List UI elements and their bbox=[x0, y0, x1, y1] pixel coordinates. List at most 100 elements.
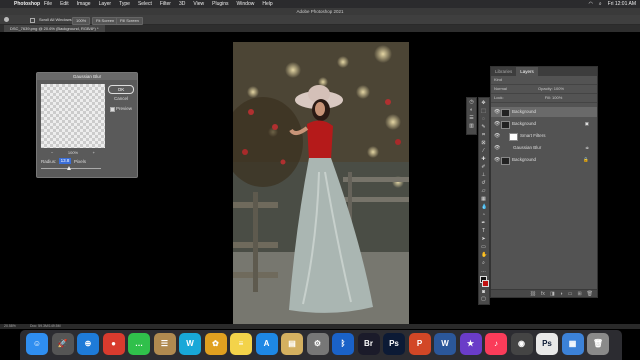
word-icon[interactable]: W bbox=[434, 333, 456, 355]
radius-slider-thumb[interactable] bbox=[66, 166, 71, 170]
visibility-eye-icon[interactable]: 👁 bbox=[494, 155, 500, 165]
tab-libraries[interactable]: Libraries bbox=[491, 67, 516, 76]
eyedropper-icon[interactable]: ⁄ bbox=[481, 149, 486, 154]
zoom-readout[interactable]: 20.58% bbox=[4, 324, 16, 329]
messages-icon[interactable]: … bbox=[128, 333, 150, 355]
fill-control[interactable]: Fill: 100% bbox=[545, 95, 563, 100]
layer-row[interactable]: 👁 Smart Filters bbox=[491, 131, 597, 141]
menu-3d[interactable]: 3D bbox=[179, 0, 185, 8]
lock-icon[interactable]: 🔒 bbox=[583, 155, 589, 165]
layer-row[interactable]: 👁 Background bbox=[491, 107, 597, 117]
hand-tool-icon[interactable] bbox=[4, 17, 9, 22]
channels-icon[interactable]: ▥ bbox=[469, 124, 474, 129]
zoom-100-button[interactable]: 100% bbox=[72, 16, 91, 25]
brush-tool-icon[interactable]: ✐ bbox=[481, 165, 486, 170]
dialog-title[interactable]: Gaussian Blur bbox=[37, 73, 137, 80]
music-icon[interactable]: ♪ bbox=[485, 333, 507, 355]
appstore-icon[interactable]: A bbox=[255, 333, 278, 355]
menu-edit[interactable]: Edit bbox=[60, 0, 69, 8]
healing-brush-icon[interactable]: ✚ bbox=[481, 157, 486, 162]
mask-icon[interactable]: ◨ bbox=[550, 290, 555, 297]
menu-image[interactable]: Image bbox=[77, 0, 91, 8]
ps-doc-icon[interactable]: Ps bbox=[536, 333, 558, 355]
visibility-eye-icon[interactable]: 👁 bbox=[494, 119, 500, 129]
blur-tool-icon[interactable]: 💧 bbox=[481, 205, 487, 210]
link-icon[interactable]: ⛓ bbox=[530, 290, 536, 297]
notes-icon[interactable]: ≡ bbox=[230, 333, 252, 355]
adjustment-layer-icon[interactable]: ◑ bbox=[560, 290, 563, 297]
trash-icon[interactable]: 🗑 bbox=[587, 333, 609, 355]
imovie-icon[interactable]: ★ bbox=[459, 333, 482, 355]
visibility-eye-icon[interactable]: 👁 bbox=[494, 131, 500, 141]
launchpad-icon[interactable]: 🚀 bbox=[51, 333, 74, 355]
visibility-eye-icon[interactable]: 👁 bbox=[494, 143, 500, 153]
menu-filter[interactable]: Filter bbox=[160, 0, 171, 8]
menu-view[interactable]: View bbox=[193, 0, 204, 8]
filter-options-icon[interactable]: ≑ bbox=[585, 143, 589, 153]
menu-file[interactable]: File bbox=[44, 0, 52, 8]
radius-input[interactable]: 13.8 bbox=[59, 158, 71, 164]
safari-icon[interactable]: ⊕ bbox=[77, 333, 99, 355]
layer-row[interactable]: 👁 Gaussian Blur ≑ bbox=[491, 143, 597, 153]
gradient-tool-icon[interactable]: ▦ bbox=[481, 197, 486, 202]
chrome-icon[interactable]: ● bbox=[102, 333, 125, 355]
scroll-all-checkbox[interactable] bbox=[30, 18, 35, 23]
group-icon[interactable]: ▭ bbox=[568, 290, 573, 297]
menu-window[interactable]: Window bbox=[237, 0, 255, 8]
marquee-tool-icon[interactable]: ⬚ bbox=[481, 109, 486, 114]
cancel-button[interactable]: Cancel bbox=[108, 96, 134, 102]
ok-button[interactable]: OK bbox=[108, 85, 134, 94]
zoom-in-button[interactable]: + bbox=[93, 150, 95, 155]
folder-icon[interactable]: ▦ bbox=[561, 333, 584, 355]
wifi-icon[interactable]: ◠ bbox=[588, 0, 592, 8]
doc-size[interactable]: Doc: 59.3M/149.5M bbox=[30, 324, 61, 329]
app-w-icon[interactable]: W bbox=[179, 333, 201, 355]
document-image[interactable] bbox=[233, 42, 409, 324]
clone-stamp-icon[interactable]: ⊥ bbox=[481, 173, 486, 178]
background-color-swatch[interactable] bbox=[482, 280, 489, 287]
delete-layer-icon[interactable]: 🗑 bbox=[587, 290, 593, 297]
quick-mask-icon[interactable]: ◙ bbox=[481, 290, 486, 295]
pen-tool-icon[interactable]: ✒ bbox=[481, 221, 486, 226]
adjustments-icon[interactable]: ◐ bbox=[469, 108, 474, 113]
clock[interactable]: Fri 12:01 AM bbox=[608, 0, 636, 8]
bluetooth-icon[interactable]: ᛒ bbox=[332, 333, 354, 355]
type-tool-icon[interactable]: T bbox=[481, 229, 486, 234]
camera-icon[interactable]: ◉ bbox=[510, 333, 533, 355]
properties-icon[interactable]: ☰ bbox=[469, 116, 474, 121]
hand-tool-icon[interactable]: ✋ bbox=[481, 253, 487, 258]
menu-help[interactable]: Help bbox=[262, 0, 272, 8]
powerpoint-icon[interactable]: P bbox=[408, 333, 431, 355]
preview-icon[interactable]: ▤ bbox=[281, 333, 303, 355]
more-tools-icon[interactable]: … bbox=[481, 269, 486, 274]
lasso-tool-icon[interactable]: ◌ bbox=[481, 117, 486, 122]
rectangle-tool-icon[interactable]: ▭ bbox=[481, 245, 486, 250]
new-layer-icon[interactable]: ⊞ bbox=[577, 290, 581, 297]
blur-preview-window[interactable] bbox=[41, 84, 105, 148]
layer-row[interactable]: 👁 Background 🔒 bbox=[491, 155, 597, 165]
photos-icon[interactable]: ✿ bbox=[204, 333, 227, 355]
search-icon[interactable]: ⌕ bbox=[599, 0, 602, 8]
quick-select-icon[interactable]: ✎ bbox=[481, 125, 486, 130]
eraser-icon[interactable]: ▱ bbox=[481, 189, 486, 194]
opacity-control[interactable]: Opacity: 100% bbox=[538, 86, 564, 91]
radius-slider[interactable] bbox=[41, 166, 101, 170]
layer-row[interactable]: 👁 Background ▣ bbox=[491, 119, 597, 129]
tab-layers[interactable]: Layers bbox=[516, 67, 538, 76]
menu-select[interactable]: Select bbox=[138, 0, 152, 8]
layer-name[interactable]: Smart Filters bbox=[520, 131, 546, 141]
dodge-tool-icon[interactable]: ◔ bbox=[481, 213, 486, 218]
filter-kind[interactable]: Kind bbox=[494, 77, 502, 82]
fx-icon[interactable]: fx bbox=[541, 290, 545, 297]
layer-name[interactable]: Gaussian Blur bbox=[513, 143, 541, 153]
photoshop-icon[interactable]: Ps bbox=[383, 333, 405, 355]
fill-screen-button[interactable]: Fill Screen bbox=[116, 16, 143, 25]
layer-name[interactable]: Background bbox=[512, 107, 536, 117]
crop-tool-icon[interactable]: ⌗ bbox=[481, 133, 486, 138]
blend-mode-select[interactable]: Normal bbox=[494, 86, 507, 91]
fit-screen-button[interactable]: Fit Screen bbox=[92, 16, 119, 25]
zoom-out-button[interactable]: − bbox=[51, 150, 53, 155]
preview-checkbox[interactable] bbox=[110, 107, 115, 112]
contacts-icon[interactable]: ☰ bbox=[153, 333, 176, 355]
layer-filter[interactable]: Kind bbox=[491, 76, 597, 85]
